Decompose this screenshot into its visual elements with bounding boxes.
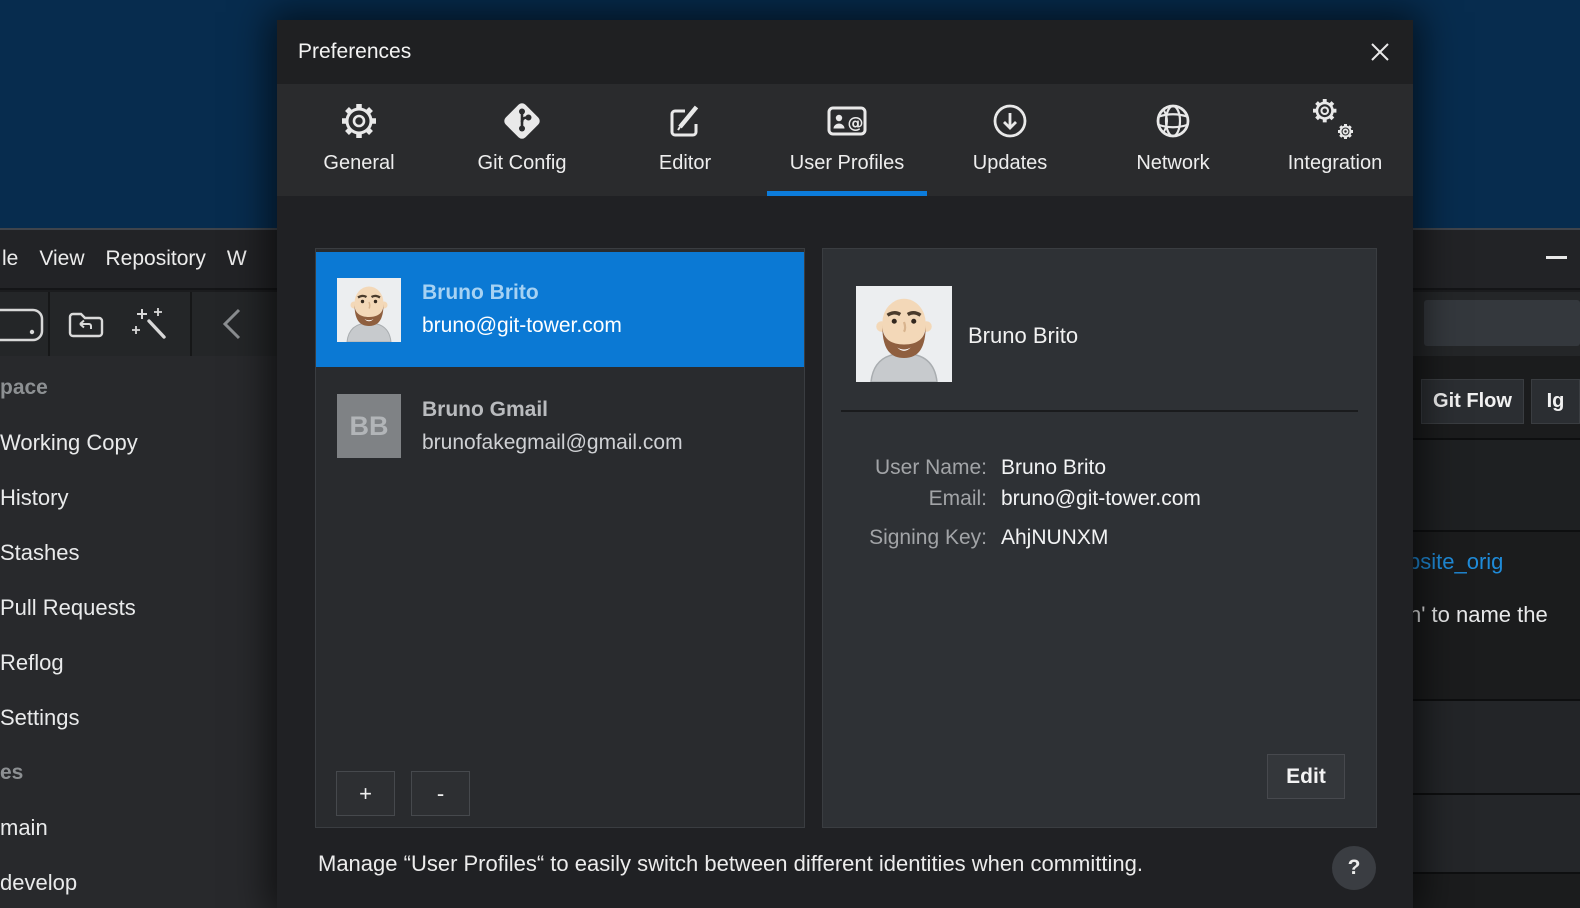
toolbar-search-field[interactable] [1424, 300, 1580, 346]
detail-label: Signing Key: [845, 525, 987, 550]
sidebar-item-pull-requests[interactable]: Pull Requests [0, 594, 136, 622]
tab-network[interactable]: Network [1093, 84, 1253, 196]
sidebar-header-workspace-partial: pace [0, 374, 48, 402]
sidebar-item-branch-develop[interactable]: develop [0, 869, 77, 897]
drive-icon[interactable] [0, 306, 46, 344]
globe-icon [1149, 97, 1197, 145]
tab-updates[interactable]: Updates [930, 84, 1090, 196]
ignore-button-partial[interactable]: Ig [1531, 379, 1580, 424]
detail-row-email: Email: bruno@git-tower.com [845, 486, 1355, 511]
row-divider [1413, 530, 1580, 532]
dialog-title-bar: Preferences [277, 20, 1413, 84]
tab-editor[interactable]: Editor [605, 84, 765, 196]
profile-list-panel: Bruno Brito bruno@git-tower.com BB Bruno… [315, 248, 805, 828]
right-background-panel: Git Flow Ig bsite_orig n' to name the [1413, 356, 1580, 908]
background-row [1413, 440, 1580, 530]
detail-profile-name: Bruno Brito [968, 323, 1078, 349]
sidebar-item-branch-main[interactable]: main [0, 814, 48, 842]
background-row [1413, 795, 1580, 872]
sidebar-item-working-copy[interactable]: Working Copy [0, 429, 138, 457]
tab-user-profiles[interactable]: @ User Profiles [767, 84, 927, 196]
download-circle-icon [986, 97, 1034, 145]
tab-label: Network [1136, 152, 1209, 175]
sidebar-item-stashes[interactable]: Stashes [0, 539, 80, 567]
footer-help-text: Manage “User Profiles“ to easily switch … [318, 850, 1278, 878]
svg-text:@: @ [848, 113, 864, 132]
git-logo-icon [498, 97, 546, 145]
detail-value: bruno@git-tower.com [1001, 486, 1201, 511]
minimize-icon[interactable] [1546, 256, 1567, 259]
detail-label: User Name: [845, 455, 987, 480]
contact-card-icon: @ [823, 97, 871, 145]
open-folder-icon[interactable] [64, 302, 108, 346]
avatar-large [856, 286, 952, 382]
profile-detail-panel: Bruno Brito User Name: Bruno Brito Email… [822, 248, 1377, 828]
dialog-title: Preferences [298, 40, 411, 64]
back-chevron-icon[interactable] [212, 302, 256, 346]
profile-list-actions: + - [336, 771, 470, 816]
branch-link-partial[interactable]: bsite_orig [1408, 549, 1503, 575]
menu-item-repository[interactable]: Repository [106, 247, 206, 271]
detail-value: AhjNUNXM [1001, 525, 1108, 550]
sidebar-item-settings[interactable]: Settings [0, 704, 80, 732]
profile-name: Bruno Gmail [422, 398, 683, 422]
tab-label: Git Config [478, 152, 567, 175]
sidebar-header-branches-partial: es [0, 759, 23, 787]
screen: le View Repository W [0, 0, 1580, 908]
toolbar-divider [190, 292, 192, 356]
tab-label: Integration [1288, 152, 1383, 175]
initials-avatar: BB [337, 394, 401, 458]
tab-label: Editor [659, 152, 711, 175]
profile-email: brunofakegmail@gmail.com [422, 431, 683, 455]
magic-wand-icon[interactable] [128, 302, 180, 346]
active-tab-underline [767, 191, 927, 196]
detail-divider [841, 410, 1358, 412]
double-gear-icon [1311, 97, 1359, 145]
edit-button[interactable]: Edit [1267, 754, 1345, 799]
row-divider [1413, 438, 1580, 440]
add-profile-button[interactable]: + [336, 771, 395, 816]
tab-label: Updates [973, 152, 1048, 175]
avatar [337, 278, 401, 342]
profile-email: bruno@git-tower.com [422, 314, 622, 338]
detail-row-signing-key: Signing Key: AhjNUNXM [845, 525, 1355, 550]
tab-git-config[interactable]: Git Config [442, 84, 602, 196]
row-divider [1413, 793, 1580, 795]
help-button[interactable]: ? [1332, 846, 1376, 890]
menu-item-file-partial[interactable]: le [2, 247, 18, 271]
tab-integration[interactable]: Integration [1255, 84, 1415, 196]
row-divider [1413, 872, 1580, 874]
edit-pencil-icon [661, 97, 709, 145]
menu-item-window-partial[interactable]: W [227, 247, 247, 271]
profile-row-bruno-brito[interactable]: Bruno Brito bruno@git-tower.com [316, 252, 804, 367]
remove-profile-button[interactable]: - [411, 771, 470, 816]
preferences-tab-bar: General Git Config [277, 84, 1413, 196]
menu-item-view[interactable]: View [39, 247, 84, 271]
git-flow-button[interactable]: Git Flow [1421, 379, 1524, 424]
row-divider [1413, 699, 1580, 701]
profile-row-bruno-gmail[interactable]: BB Bruno Gmail brunofakegmail@gmail.com [316, 391, 804, 461]
background-row [1413, 700, 1580, 793]
sidebar: pace Working Copy History Stashes Pull R… [0, 356, 277, 908]
close-icon[interactable] [1367, 39, 1393, 65]
sidebar-item-history[interactable]: History [0, 484, 68, 512]
tab-general[interactable]: General [279, 84, 439, 196]
profile-name: Bruno Brito [422, 281, 622, 305]
detail-value: Bruno Brito [1001, 455, 1106, 480]
gear-icon [335, 97, 383, 145]
hint-text-partial: n' to name the [1409, 602, 1548, 628]
tab-label: User Profiles [790, 152, 904, 175]
sidebar-item-reflog[interactable]: Reflog [0, 649, 64, 677]
toolbar-divider [48, 292, 50, 356]
detail-row-user-name: User Name: Bruno Brito [845, 455, 1355, 480]
preferences-dialog: Preferences Genera [277, 20, 1413, 908]
tab-label: General [323, 152, 394, 175]
detail-label: Email: [845, 486, 987, 511]
